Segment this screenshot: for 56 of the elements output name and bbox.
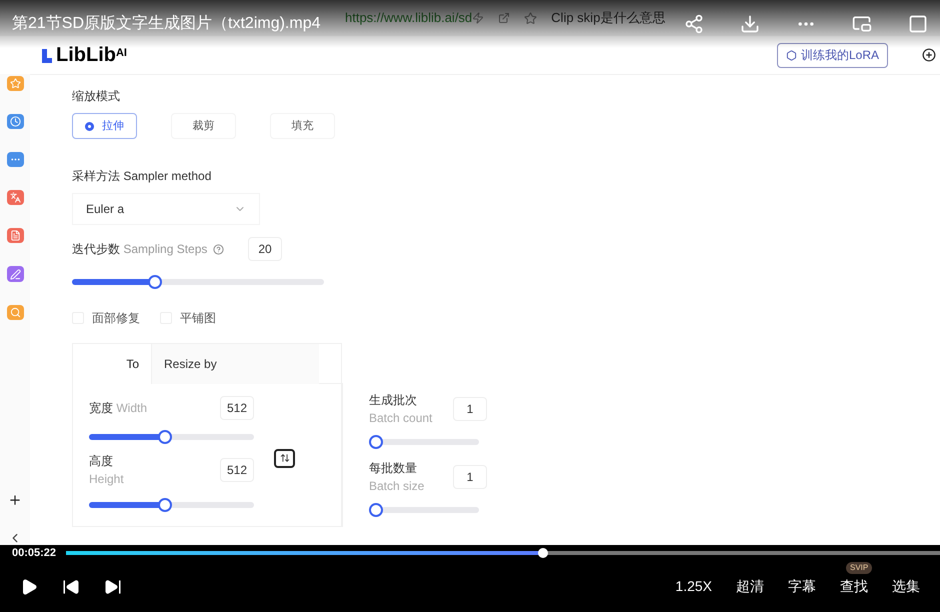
lightning-icon[interactable] [472, 12, 484, 24]
radio-option[interactable]: 裁剪 [171, 113, 236, 139]
tab-title[interactable]: Clip skip是什么意思 [551, 8, 666, 28]
progress-thumb[interactable] [538, 548, 548, 558]
clock-icon[interactable] [6, 114, 24, 130]
slider[interactable] [89, 498, 254, 512]
pen-icon[interactable] [6, 266, 24, 282]
subtitles-button[interactable]: 字幕 [788, 576, 816, 597]
sampler-dropdown[interactable]: Euler a [72, 193, 260, 225]
number-field[interactable]: 1 [453, 465, 487, 489]
download-icon[interactable] [740, 14, 760, 34]
bookmark-star-icon[interactable] [524, 12, 538, 24]
number-field[interactable]: 512 [220, 458, 254, 482]
slider[interactable] [369, 503, 479, 517]
size-tab[interactable]: Resize by [151, 344, 319, 384]
svip-badge: SVIP [846, 562, 872, 574]
document-icon[interactable] [6, 228, 24, 244]
window-icon[interactable] [908, 14, 928, 34]
number-field[interactable]: 1 [453, 397, 487, 421]
number-field[interactable]: 20 [248, 237, 282, 261]
batch-label: 生成批次 Batch count [369, 392, 434, 427]
dimension-label: 高度 Height [89, 453, 125, 488]
next-icon[interactable] [104, 578, 122, 596]
quality-button[interactable]: 超清 [736, 576, 764, 597]
checkbox-label: 面部修复 [92, 310, 140, 327]
number-field[interactable]: 512 [220, 396, 254, 420]
play-icon[interactable] [20, 578, 38, 596]
checkbox-label: 平铺图 [180, 310, 216, 327]
time-display: 00:05:22 [12, 546, 56, 561]
slider[interactable] [72, 275, 324, 289]
section-label: 采样方法 Sampler method [72, 168, 212, 185]
help-icon[interactable] [213, 244, 224, 254]
speed-button[interactable]: 1.25X [675, 576, 712, 597]
picture-in-picture-icon[interactable] [852, 14, 872, 34]
find-button[interactable]: 查找 [840, 576, 868, 597]
radio-option[interactable]: 拉伸 [72, 113, 137, 139]
hexagon-icon [786, 50, 797, 60]
video-title: 第21节SD原版文字生成图片（txt2img).mp4 [12, 14, 320, 34]
previous-icon[interactable] [62, 578, 80, 596]
share-page-icon[interactable] [498, 12, 510, 24]
share-icon[interactable] [684, 14, 704, 34]
section-label: 缩放模式 [72, 88, 121, 105]
episodes-button[interactable]: 选集 [892, 576, 920, 597]
radio-option[interactable]: 填充 [270, 113, 335, 139]
swap-icon [280, 453, 290, 463]
slider[interactable] [369, 435, 479, 449]
steps-label: 迭代步数 Sampling Steps [72, 241, 208, 258]
batch-label: 每批数量 Batch size [369, 460, 426, 495]
dimension-label: 宽度 Width [89, 400, 148, 417]
swap-button[interactable] [274, 448, 295, 468]
train-lora-button[interactable]: 训练我的LoRA [776, 42, 888, 68]
translate-icon[interactable] [6, 190, 24, 206]
progress-track[interactable] [66, 551, 940, 555]
star-icon[interactable] [6, 76, 24, 92]
slider[interactable] [89, 430, 254, 444]
add-icon[interactable] [922, 48, 936, 62]
